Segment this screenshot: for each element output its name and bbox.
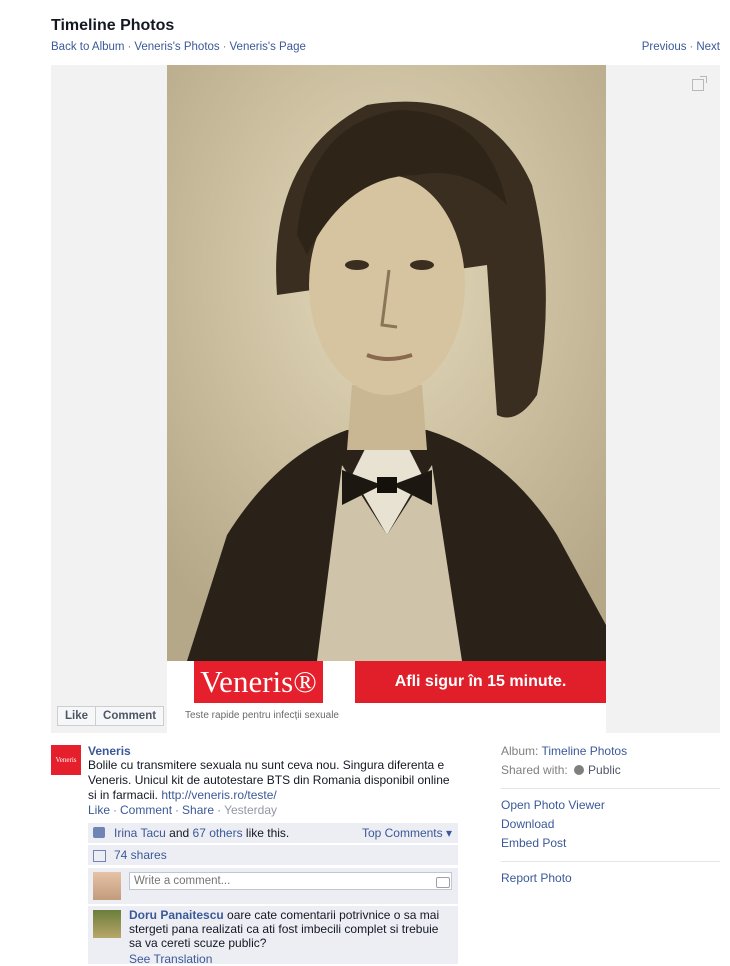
post-share-link[interactable]: Share — [182, 803, 214, 817]
next-link[interactable]: Next — [696, 41, 720, 53]
likes-text: Irina Tacu and 67 others like this. — [114, 826, 289, 840]
top-comments-dropdown[interactable]: Top Comments ▾ — [362, 826, 452, 840]
shares-row: 74 shares — [88, 845, 458, 865]
commenter-name[interactable]: Doru Panaitescu — [129, 908, 224, 922]
post-like-link[interactable]: Like — [88, 803, 110, 817]
ad-slogan: Afli sigur în 15 minute. — [355, 661, 606, 703]
divider — [501, 861, 720, 862]
comment-composer — [88, 868, 458, 904]
camera-icon[interactable] — [436, 877, 450, 888]
back-to-album-link[interactable]: Back to Album — [51, 41, 125, 53]
privacy-row: Shared with: Public — [501, 763, 720, 782]
avatar[interactable] — [93, 872, 121, 900]
comment-input[interactable] — [129, 872, 452, 890]
photos-link[interactable]: Veneris's Photos — [134, 41, 219, 53]
post-comment-link[interactable]: Comment — [120, 803, 172, 817]
ad-banner: Veneris® Afli sigur în 15 minute. Teste … — [167, 661, 606, 733]
privacy-value[interactable]: Public — [588, 763, 621, 777]
download-link[interactable]: Download — [501, 817, 720, 836]
others-link[interactable]: 67 others — [193, 826, 243, 840]
breadcrumb: Back to Album · Veneris's Photos · Veneris's… — [51, 41, 306, 53]
divider — [501, 788, 720, 789]
previous-link[interactable]: Previous — [642, 41, 687, 53]
photo[interactable]: Veneris® Afli sigur în 15 minute. Teste … — [167, 65, 606, 733]
page-title: Timeline Photos — [51, 17, 175, 34]
page-avatar[interactable]: Veneris — [51, 745, 81, 775]
portrait-image — [167, 65, 606, 661]
report-photo-link[interactable]: Report Photo — [501, 871, 720, 890]
page-link[interactable]: Veneris's Page — [230, 41, 306, 53]
ad-tagline: Teste rapide pentru infecții sexuale — [185, 710, 339, 721]
liker-link[interactable]: Irina Tacu — [114, 826, 166, 840]
embed-post-link[interactable]: Embed Post — [501, 836, 720, 855]
post-link[interactable]: http://veneris.ro/teste/ — [161, 788, 276, 802]
expand-icon[interactable] — [692, 76, 707, 91]
album-link[interactable]: Timeline Photos — [541, 744, 627, 758]
likes-suffix: like this. — [245, 826, 290, 840]
comment-text: Doru Panaitescu oare cate comentarii pot… — [129, 908, 449, 950]
globe-icon — [574, 765, 585, 775]
post-actions: Like · Comment · Share · Yesterday — [88, 803, 277, 817]
top-comments-label: Top Comments — [361, 826, 443, 840]
post-timestamp[interactable]: Yesterday — [224, 803, 277, 817]
album-label: Album: — [501, 744, 539, 758]
photo-sidebar: Album: Timeline Photos Shared with: Publ… — [501, 744, 720, 890]
comment-button[interactable]: Comment — [95, 707, 163, 725]
like-button[interactable]: Like — [58, 707, 95, 725]
thumb-icon — [93, 827, 105, 838]
shares-link[interactable]: 74 shares — [114, 848, 167, 862]
shared-label: Shared with: — [501, 763, 568, 777]
comment-item: Doru Panaitescu oare cate comentarii pot… — [88, 906, 458, 966]
commenter-avatar[interactable] — [93, 910, 121, 938]
album-row: Album: Timeline Photos — [501, 744, 720, 763]
likes-and: and — [169, 826, 190, 840]
photo-pager: Previous · Next — [641, 41, 720, 53]
likes-row: Irina Tacu and 67 others like this. Top … — [88, 823, 458, 843]
page-name-link[interactable]: Veneris — [88, 744, 131, 758]
post-text: Bolile cu transmitere sexuala nu sunt ce… — [88, 758, 460, 803]
photo-stage[interactable]: Veneris® Afli sigur în 15 minute. Teste … — [51, 65, 720, 733]
photo-action-buttons: Like Comment — [57, 706, 165, 726]
shares-icon — [93, 850, 106, 862]
open-photo-viewer-link[interactable]: Open Photo Viewer — [501, 798, 720, 817]
veneris-logo: Veneris® — [194, 661, 323, 703]
